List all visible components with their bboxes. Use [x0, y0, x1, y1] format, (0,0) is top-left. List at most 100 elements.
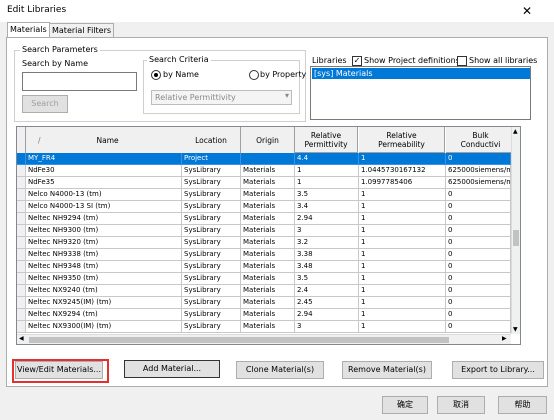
table-row[interactable]: Nelco N4000-13 SI (tm) SysLibrary Material…	[17, 201, 511, 213]
column-header-relative-permittivity[interactable]: Relative Permittivity	[295, 127, 358, 153]
table-row[interactable]: Neltec NX9240 (tm) SysLibrary Materials 2.4…	[17, 285, 511, 297]
clone-materials-button[interactable]: Clone Material(s)	[236, 361, 324, 379]
table-cell: 0	[446, 321, 511, 333]
libraries-list[interactable]: [sys] Materials	[310, 66, 531, 120]
table-row[interactable]: Neltec NH9294 (tm) SysLibrary Materials 2.9…	[17, 213, 511, 225]
table-cell: Neltec NH9294 (tm)	[26, 213, 182, 225]
horizontal-scrollbar[interactable]: ◀ ▶	[17, 334, 511, 344]
scrollbar-thumb[interactable]	[513, 230, 519, 246]
export-to-library-button[interactable]: Export to Library...	[452, 361, 544, 379]
table-cell: SysLibrary	[182, 273, 241, 285]
property-select[interactable]: Relative Permittivity ▾	[151, 90, 292, 105]
scroll-down-icon[interactable]: ▼	[513, 326, 518, 333]
search-button[interactable]: Search	[22, 95, 68, 113]
table-cell: 0	[446, 297, 511, 309]
table-cell: 1	[295, 165, 359, 177]
table-row[interactable]: NdFe30 SysLibrary Materials 1 1.044573016713…	[17, 165, 511, 177]
table-row[interactable]: MY_FR4 Project 4.4 1 0	[17, 153, 511, 165]
table-cell: Materials	[241, 273, 295, 285]
libraries-label: Libraries	[312, 56, 347, 65]
table-cell: 1	[359, 273, 446, 285]
column-header-relative-permeability[interactable]: Relative Permeability	[359, 127, 445, 153]
table-row[interactable]: Neltec NH9300 (tm) SysLibrary Materials 3 1 0	[17, 225, 511, 237]
table-row[interactable]: Neltec NH9350 (tm) SysLibrary Materials 3.5…	[17, 273, 511, 285]
scroll-left-icon[interactable]: ◀	[19, 335, 24, 342]
table-cell: Nelco N4000-13 (tm)	[26, 189, 182, 201]
table-row[interactable]: Neltec NX9245(IM) (tm) SysLibrary Material…	[17, 297, 511, 309]
table-row[interactable]: Neltec NH9320 (tm) SysLibrary Materials 3.2…	[17, 237, 511, 249]
horizontal-scrollbar-thumb[interactable]	[29, 337, 449, 343]
by-property-radio[interactable]	[249, 70, 259, 80]
table-cell: SysLibrary	[182, 189, 241, 201]
show-project-definitions-checkbox[interactable]: ✓	[352, 56, 362, 66]
table-cell: Neltec NH9300 (tm)	[26, 225, 182, 237]
column-header-bulk-conductivity[interactable]: Bulk Conductivi	[446, 127, 516, 153]
sort-icon: /	[38, 135, 41, 145]
table-cell: SysLibrary	[182, 177, 241, 189]
table-cell: 3.38	[295, 249, 359, 261]
remove-materials-button[interactable]: Remove Material(s)	[342, 361, 432, 379]
table-cell: 625000siemens/m	[446, 177, 511, 189]
show-all-libraries-label: Show all libraries	[469, 56, 538, 65]
table-cell: Neltec NH9338 (tm)	[26, 249, 182, 261]
search-input[interactable]	[22, 72, 137, 91]
table-cell: 0	[446, 261, 511, 273]
table-cell: 1	[359, 225, 446, 237]
table-cell: 1	[359, 249, 446, 261]
table-row[interactable]: Neltec NH9348 (tm) SysLibrary Materials 3.4…	[17, 261, 511, 273]
help-button[interactable]: 帮助	[498, 396, 547, 414]
table-cell: Neltec NX9245(IM) (tm)	[26, 297, 182, 309]
table-cell: Materials	[241, 165, 295, 177]
table-row[interactable]: Neltec NH9338 (tm) SysLibrary Materials 3.3…	[17, 249, 511, 261]
table-cell: 3.48	[295, 261, 359, 273]
column-header-name[interactable]: / Name	[26, 127, 192, 154]
close-icon[interactable]: ✕	[500, 0, 554, 22]
vertical-scrollbar[interactable]: ▲ ▼	[511, 127, 520, 334]
row-header-cell	[17, 285, 26, 297]
table-cell: SysLibrary	[182, 297, 241, 309]
table-cell: 0	[446, 189, 511, 201]
table-cell: 0	[446, 249, 511, 261]
table-row[interactable]: Nelco N4000-13 (tm) SysLibrary Materials 3.…	[17, 189, 511, 201]
table-body: MY_FR4 Project 4.4 1 0 NdFe30 SysLibrary Materi…	[17, 153, 511, 334]
column-header-origin[interactable]: Origin	[241, 127, 295, 154]
table-cell: 2.45	[295, 297, 359, 309]
row-header-cell	[17, 273, 26, 285]
table-cell: 1.0997785406	[359, 177, 446, 189]
table-cell: 0	[446, 237, 511, 249]
search-criteria-label: Search Criteria	[147, 55, 211, 64]
table-cell: Materials	[241, 189, 295, 201]
library-item[interactable]: [sys] Materials	[312, 68, 530, 79]
view-edit-materials-button[interactable]: View/Edit Materials...	[15, 361, 103, 379]
add-material-button[interactable]: Add Material...	[124, 360, 220, 378]
table-cell: 3.2	[295, 237, 359, 249]
table-row[interactable]: Neltec NX9300(IM) (tm) SysLibrary Material…	[17, 321, 511, 333]
scroll-right-icon[interactable]: ▶	[502, 335, 507, 342]
table-cell: Materials	[241, 261, 295, 273]
table-cell: Project	[182, 153, 241, 165]
cancel-button[interactable]: 取消	[437, 396, 485, 414]
column-header-location[interactable]: Location	[182, 127, 241, 154]
table-cell: 1	[359, 213, 446, 225]
scroll-up-icon[interactable]: ▲	[513, 128, 518, 135]
ok-button[interactable]: 确定	[382, 396, 428, 414]
row-header-cell	[17, 297, 26, 309]
table-cell: 0	[446, 201, 511, 213]
table-cell: 0	[446, 213, 511, 225]
show-all-libraries-checkbox[interactable]	[457, 56, 467, 66]
by-name-radio[interactable]	[151, 70, 161, 80]
row-header-cell	[17, 189, 26, 201]
table-cell: 1	[359, 153, 446, 165]
row-header-cell	[17, 249, 26, 261]
by-property-label: by Property	[260, 70, 307, 79]
table-row[interactable]: Neltec NX9294 (tm) SysLibrary Materials 2.9…	[17, 309, 511, 321]
table-cell: 3.5	[295, 273, 359, 285]
table-row[interactable]: NdFe35 SysLibrary Materials 1 1.0997785406 62…	[17, 177, 511, 189]
table-cell: 1	[359, 297, 446, 309]
table-cell: SysLibrary	[182, 309, 241, 321]
table-cell: Materials	[241, 213, 295, 225]
table-cell: 2.94	[295, 213, 359, 225]
row-header-cell	[17, 153, 26, 165]
table-cell: 1	[359, 261, 446, 273]
column-header-name-label: Name	[96, 135, 119, 145]
